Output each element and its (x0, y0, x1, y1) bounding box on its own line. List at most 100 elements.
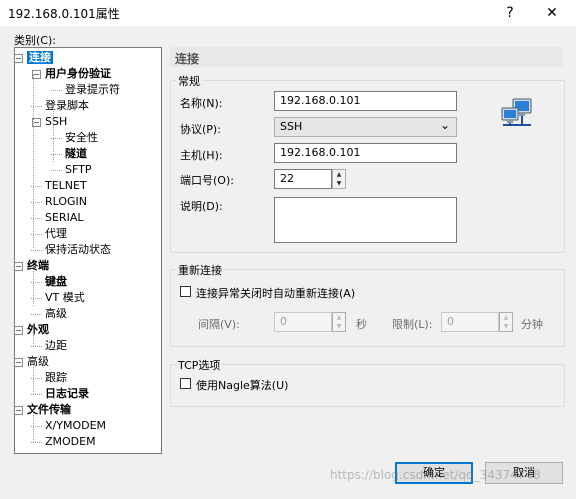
collapse-icon[interactable]: − (15, 262, 23, 271)
tree-item[interactable]: ZMODEM (45, 434, 96, 450)
tree-item-label: SERIAL (45, 211, 84, 224)
spin-up-icon[interactable]: ▲ (333, 170, 345, 179)
tree-item-label: 连接 (27, 51, 53, 64)
tree-item[interactable]: TELNET (45, 178, 87, 194)
nagle-checkbox[interactable] (180, 378, 191, 389)
tree-connector (51, 90, 62, 91)
tree-item[interactable]: SERIAL (45, 210, 83, 226)
watermark: https://blog.csdn.net/qq_34374748 (330, 468, 541, 482)
nagle-checkbox-label[interactable]: 使用Nagle算法(U) (196, 377, 288, 393)
spin-up-icon[interactable]: ▲ (500, 313, 512, 322)
tree-item-label: 日志记录 (45, 387, 89, 400)
tree-item-label: 安全性 (65, 131, 98, 144)
spin-down-icon[interactable]: ▼ (333, 179, 345, 188)
name-input[interactable]: 192.168.0.101 (274, 91, 457, 111)
tree-item[interactable]: 键盘 (45, 274, 67, 290)
tree-item[interactable]: VT 模式 (45, 290, 85, 306)
tree-item-label: 外观 (27, 323, 49, 336)
section-header: 连接 (170, 47, 563, 67)
tree-item[interactable]: 登录提示符 (65, 82, 120, 98)
tree-item[interactable]: SSH (45, 114, 67, 130)
collapse-icon[interactable]: − (15, 326, 23, 335)
close-button[interactable]: ✕ (542, 3, 562, 23)
tree-item[interactable]: 跟踪 (45, 370, 67, 386)
host-input[interactable]: 192.168.0.101 (274, 143, 457, 163)
network-computers-icon (499, 96, 535, 132)
tree-item[interactable]: 高级 (27, 354, 49, 370)
collapse-icon[interactable]: − (15, 358, 23, 367)
tree-connector (51, 170, 62, 171)
tree-item[interactable]: X/YMODEM (45, 418, 106, 434)
tree-item-label: 高级 (45, 307, 67, 320)
category-tree[interactable]: 连接 − 用户身份验证 − 登录提示符 登录脚本 SSH − 安全性 隧道 SFTP TELNET RL… (14, 47, 162, 454)
tree-item-label: 代理 (45, 227, 67, 240)
spin-up-icon[interactable]: ▲ (333, 313, 345, 322)
tree-item-label: 登录提示符 (65, 83, 120, 96)
interval-spinner[interactable]: ▲ ▼ (332, 312, 346, 332)
tree-item[interactable]: 登录脚本 (45, 98, 89, 114)
tree-item[interactable]: RLOGIN (45, 194, 87, 210)
interval-input[interactable]: 0 (274, 312, 332, 332)
tree-item[interactable]: 终端 (27, 258, 49, 274)
tree-guide (33, 266, 34, 306)
reconnect-group-label: 重新连接 (176, 262, 224, 278)
port-input[interactable]: 22 (274, 169, 332, 189)
tree-connector (31, 314, 42, 315)
tree-guide (33, 362, 34, 394)
tree-item[interactable]: 隧道 (65, 146, 87, 162)
tree-connector (31, 250, 42, 251)
name-label: 名称(N): (180, 97, 223, 110)
tcp-group-label: TCP选项 (176, 357, 223, 373)
tree-item[interactable]: 日志记录 (45, 386, 89, 402)
tree-item[interactable]: 边距 (45, 338, 67, 354)
collapse-icon[interactable]: − (15, 406, 23, 415)
tree-item-label: 键盘 (45, 275, 67, 288)
interval-label: 间隔(V): (198, 318, 240, 331)
port-spinner[interactable]: ▲ ▼ (332, 169, 346, 189)
tree-item[interactable]: 高级 (45, 306, 67, 322)
port-label: 端口号(O): (180, 174, 234, 187)
reconnect-group (170, 269, 565, 347)
description-textarea[interactable] (274, 197, 457, 243)
collapse-icon[interactable]: − (15, 54, 23, 63)
section-header-title: 连接 (175, 52, 200, 66)
tree-guide (33, 330, 34, 346)
limit-label: 限制(L): (392, 318, 433, 331)
tree-item-label: 登录脚本 (45, 99, 89, 112)
tree-item-label: TELNET (45, 179, 87, 192)
tree-item-label: 边距 (45, 339, 67, 352)
limit-unit: 分钟 (521, 318, 543, 331)
tree-connector (31, 442, 42, 443)
reconnect-checkbox[interactable] (180, 286, 191, 297)
tree-item-label: 终端 (27, 259, 49, 272)
tree-item-label: ZMODEM (45, 435, 96, 448)
reconnect-checkbox-label[interactable]: 连接异常关闭时自动重新连接(A) (196, 285, 355, 301)
tree-item-label: 跟踪 (45, 371, 67, 384)
tree-item-label: 高级 (27, 355, 49, 368)
limit-spinner[interactable]: ▲ ▼ (499, 312, 513, 332)
tree-item-label: VT 模式 (45, 291, 85, 304)
tree-item-label: 用户身份验证 (45, 67, 111, 80)
tree-item[interactable]: 代理 (45, 226, 67, 242)
spin-down-icon[interactable]: ▼ (500, 322, 512, 331)
host-label: 主机(H): (180, 149, 223, 162)
tree-guide (33, 410, 34, 442)
tree-item-label: 保持活动状态 (45, 243, 111, 256)
help-button[interactable]: ? (500, 3, 520, 23)
tree-connector (31, 346, 42, 347)
tree-item-label: X/YMODEM (45, 419, 107, 432)
interval-unit: 秒 (356, 318, 367, 331)
spin-down-icon[interactable]: ▼ (333, 322, 345, 331)
tree-item[interactable]: 保持活动状态 (45, 242, 111, 258)
tree-item[interactable]: SFTP (65, 162, 91, 178)
tree-item[interactable]: 连接 (27, 50, 53, 66)
tree-item[interactable]: 安全性 (65, 130, 98, 146)
tree-item[interactable]: 用户身份验证 (45, 66, 111, 82)
tree-item[interactable]: 外观 (27, 322, 49, 338)
window-title: 192.168.0.101属性 (8, 7, 120, 21)
protocol-select-value: SSH (280, 120, 303, 133)
protocol-select[interactable]: SSH ⌄ (274, 117, 457, 137)
tree-item-label: 隧道 (65, 147, 87, 160)
limit-input[interactable]: 0 (441, 312, 499, 332)
tree-item-label: RLOGIN (45, 195, 88, 208)
